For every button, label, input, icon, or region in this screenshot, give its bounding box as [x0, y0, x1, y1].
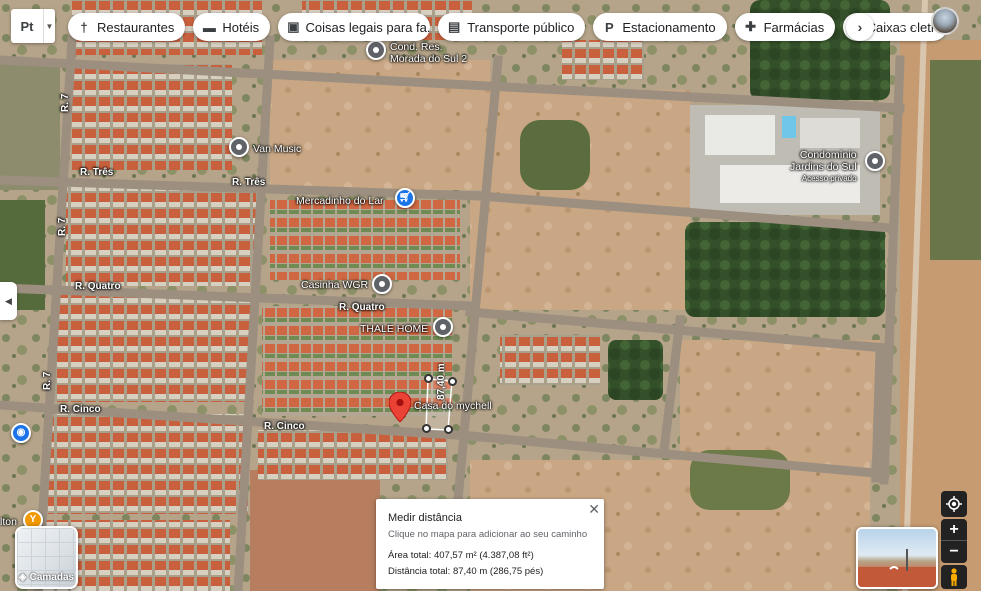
language-label: Pt [20, 18, 34, 34]
chip-restaurants[interactable]: † Restaurantes [68, 13, 186, 41]
layers-button[interactable]: ◈ Camadas [15, 526, 78, 589]
road-label-r-cinco: R. Cinco [60, 404, 101, 415]
road-label-r7: R. 7 [57, 217, 68, 236]
camera-icon: ▣ [287, 19, 300, 34]
place-label-condominio[interactable]: Condomínio Jardins do Sul Acesso privado [790, 149, 857, 185]
road-label-r7: R. 7 [42, 371, 53, 390]
crosshair-icon [946, 496, 962, 512]
road-label-r-quatro: R. Quatro [75, 281, 121, 292]
layers-icon: ◈ [18, 572, 27, 583]
zoom-in-button[interactable]: + [941, 519, 967, 541]
chevron-right-icon[interactable]: › [846, 13, 874, 41]
chevron-left-icon: ◀ [5, 295, 12, 306]
place-pin-icon[interactable] [433, 317, 453, 337]
lock-pin-icon[interactable]: ◉ [11, 423, 31, 443]
place-pin-icon[interactable] [865, 151, 885, 171]
parking-icon: P [605, 19, 614, 35]
measure-point[interactable] [448, 377, 457, 386]
place-label-van-music[interactable]: Van Music [253, 143, 301, 155]
measure-panel-hint: Clique no mapa para adicionar ao seu cam… [388, 529, 588, 540]
place-label-mercadinho[interactable]: Mercadinho do Lar [296, 195, 384, 207]
street-view-thumbnail[interactable] [856, 527, 938, 589]
measure-total-distance: Distância total: 87,40 m (286,75 pés) [388, 566, 544, 577]
chip-parking[interactable]: P Estacionamento [593, 13, 727, 41]
language-selector[interactable]: Pt ▼ [11, 9, 55, 43]
place-pin-icon[interactable] [372, 274, 392, 294]
zoom-out-button[interactable]: − [941, 541, 967, 563]
place-label-thale-home[interactable]: THALE HOME [360, 323, 428, 335]
apps-grid-icon[interactable] [901, 14, 917, 30]
road-label-r-tres: R. Três [80, 167, 114, 178]
close-icon[interactable]: ✕ [588, 501, 600, 518]
category-chips-bar: † Restaurantes ▬ Hotéis ▣ Coisas legais … [68, 13, 948, 41]
chip-things-to-do[interactable]: ▣ Coisas legais para fa... [278, 13, 431, 41]
road-label-r-cinco: R. Cinco [264, 421, 305, 432]
train-icon: ▤ [448, 19, 461, 34]
place-pin-icon[interactable] [229, 137, 249, 157]
avatar[interactable] [931, 7, 959, 35]
fork-knife-icon: † [80, 19, 88, 35]
chip-pharmacies[interactable]: ✚ Farmácias [734, 13, 836, 41]
red-location-pin-icon[interactable] [389, 392, 411, 422]
measure-distance-label: 87,40 m [436, 363, 447, 400]
road-label-r-tres: R. Três [232, 177, 266, 188]
measure-point[interactable] [422, 424, 431, 433]
place-label-casinha[interactable]: Casinha WGR [301, 279, 368, 291]
measure-panel-title: Medir distância [388, 512, 462, 524]
road-label-r-quatro: R. Quatro [339, 302, 385, 313]
chip-transit[interactable]: ▤ Transporte público [438, 13, 586, 41]
my-location-button[interactable] [941, 491, 967, 517]
collapse-panel-button[interactable]: ◀ [0, 282, 17, 320]
measure-point[interactable] [424, 374, 433, 383]
pharmacy-icon: ✚ [745, 19, 757, 34]
place-pin-icon[interactable] [366, 40, 386, 60]
road-label-r7: R. 7 [60, 93, 71, 112]
pegman-icon[interactable] [941, 565, 967, 589]
measure-point[interactable] [444, 425, 453, 434]
shopping-cart-pin-icon[interactable]: 🛒︎ [395, 188, 415, 208]
bed-icon: ▬ [202, 19, 216, 35]
place-label-casa-mychell[interactable]: Casa do mychell [414, 400, 492, 412]
measure-total-area: Área total: 407,57 m² (4.387,08 ft²) [388, 550, 534, 561]
chevron-down-icon[interactable]: ▼ [43, 9, 55, 43]
measure-distance-panel: ✕ Medir distância Clique no mapa para ad… [376, 499, 604, 589]
zoom-control: + − [941, 519, 967, 563]
chip-hotels[interactable]: ▬ Hotéis [193, 13, 271, 41]
place-label-alton[interactable]: lton [0, 516, 17, 528]
place-label-cond-res[interactable]: Cond. Res. Morada do Sul 2 [390, 41, 467, 65]
